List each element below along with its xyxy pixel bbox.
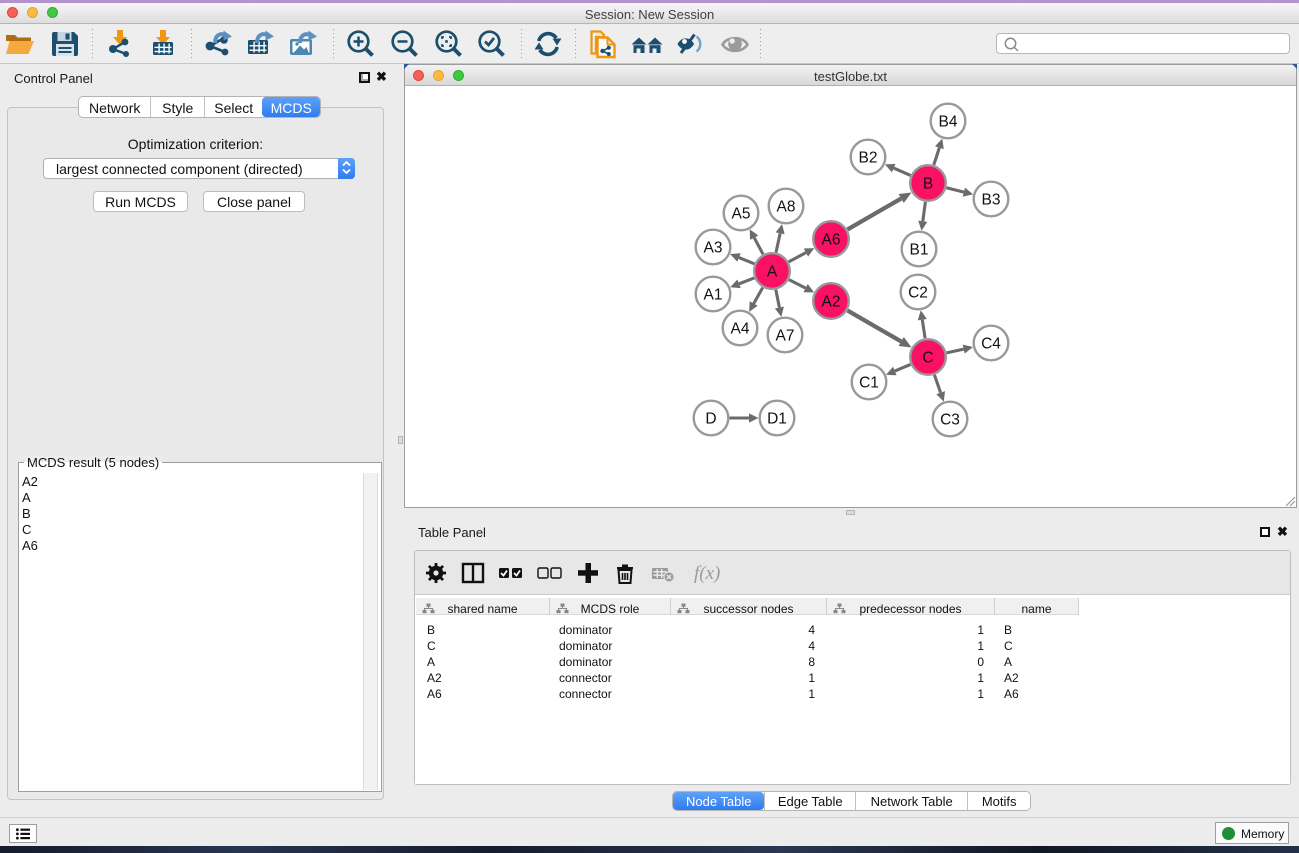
svg-text:A5: A5 bbox=[732, 206, 751, 223]
svg-text:B4: B4 bbox=[939, 114, 958, 131]
svg-text:B2: B2 bbox=[859, 150, 878, 167]
svg-text:B: B bbox=[923, 176, 933, 193]
svg-text:C4: C4 bbox=[981, 336, 1001, 353]
svg-text:C2: C2 bbox=[908, 285, 928, 302]
svg-text:A: A bbox=[767, 264, 778, 281]
svg-text:A6: A6 bbox=[822, 232, 841, 249]
svg-text:f(x): f(x) bbox=[694, 563, 720, 584]
svg-text:A8: A8 bbox=[777, 199, 796, 216]
svg-text:A4: A4 bbox=[731, 321, 750, 338]
svg-text:A1: A1 bbox=[704, 287, 723, 304]
svg-text:A3: A3 bbox=[704, 240, 723, 257]
svg-text:B3: B3 bbox=[982, 192, 1001, 209]
svg-text:D1: D1 bbox=[767, 411, 787, 428]
svg-text:A7: A7 bbox=[776, 328, 795, 345]
svg-text:C1: C1 bbox=[859, 375, 879, 392]
svg-text:B1: B1 bbox=[910, 242, 929, 259]
svg-text:C3: C3 bbox=[940, 412, 960, 429]
svg-text:D: D bbox=[705, 411, 716, 428]
svg-text:C: C bbox=[922, 350, 933, 367]
svg-text:A2: A2 bbox=[822, 294, 841, 311]
